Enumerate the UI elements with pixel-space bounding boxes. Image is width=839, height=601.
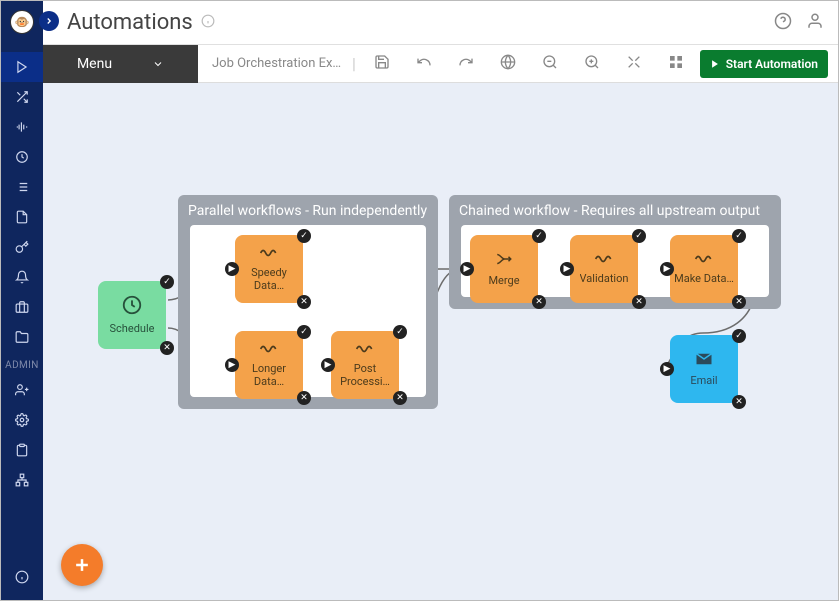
nav-folder-icon[interactable] — [1, 322, 43, 352]
waveform-icon — [259, 342, 279, 359]
play-icon[interactable]: ▶ — [660, 262, 674, 276]
nav-gear-icon[interactable] — [1, 405, 43, 435]
user-icon[interactable] — [806, 12, 824, 34]
close-icon: ✕ — [393, 391, 407, 405]
nav-list-icon[interactable] — [1, 172, 43, 202]
start-label: Start Automation — [726, 57, 818, 71]
play-icon[interactable]: ▶ — [660, 362, 674, 376]
waveform-icon — [259, 246, 279, 263]
nav-document-icon[interactable] — [1, 202, 43, 232]
zoom-in-icon[interactable] — [584, 54, 600, 74]
close-icon: ✕ — [532, 295, 546, 309]
globe-icon[interactable] — [500, 54, 516, 74]
nav-key-icon[interactable] — [1, 232, 43, 262]
close-icon: ✕ — [632, 295, 646, 309]
check-icon: ✓ — [732, 329, 746, 343]
node-post-processing[interactable]: Post Processi… ▶ ✓ ✕ — [331, 331, 399, 399]
nav-shuffle-icon[interactable] — [1, 82, 43, 112]
waveform-icon — [694, 252, 714, 269]
waveform-icon — [355, 342, 375, 359]
close-icon: ✕ — [732, 295, 746, 309]
play-icon[interactable]: ▶ — [321, 358, 335, 372]
sidebar-expand-icon[interactable] — [39, 11, 59, 31]
node-label: Schedule — [110, 323, 155, 336]
check-icon: ✓ — [393, 325, 407, 339]
sidebar: 🐵 ADMIN — [1, 1, 43, 600]
nav-bell-icon[interactable] — [1, 262, 43, 292]
nav-user-plus-icon[interactable] — [1, 375, 43, 405]
node-make-data[interactable]: Make Data… ▶ ✓ ✕ — [670, 235, 738, 303]
divider: | — [352, 54, 356, 73]
close-icon: ✕ — [732, 395, 746, 409]
topbar: Automations — [43, 1, 838, 45]
node-speedy-data[interactable]: Speedy Data… ▶ ✓ ✕ — [235, 235, 303, 303]
group-parallel-title: Parallel workflows - Run independently — [178, 195, 438, 227]
add-button[interactable] — [61, 544, 103, 586]
close-icon: ✕ — [297, 391, 311, 405]
breadcrumb[interactable]: Job Orchestration Exerci… — [212, 56, 342, 71]
nav-waveform-icon[interactable] — [1, 112, 43, 142]
node-label: Email — [690, 375, 717, 388]
play-icon[interactable]: ▶ — [560, 262, 574, 276]
brand-logo: 🐵 — [10, 10, 34, 34]
start-automation-button[interactable]: Start Automation — [700, 50, 828, 78]
undo-icon[interactable] — [416, 54, 432, 74]
check-icon: ✓ — [632, 229, 646, 243]
nav-clock-icon[interactable] — [1, 142, 43, 172]
node-label: Speedy Data… — [238, 267, 300, 292]
menu-label: Menu — [77, 56, 112, 72]
node-merge[interactable]: Merge ▶ ✓ ✕ — [470, 235, 538, 303]
info-icon[interactable] — [201, 13, 215, 32]
node-validation[interactable]: Validation ▶ ✓ ✕ — [570, 235, 638, 303]
node-schedule[interactable]: Schedule ✓ ✕ — [98, 281, 166, 349]
group-chained-title: Chained workflow - Requires all upstream… — [449, 195, 781, 227]
clock-icon — [121, 294, 143, 319]
node-label: Longer Data… — [238, 363, 300, 388]
node-email[interactable]: Email ▶ ✓ ✕ — [670, 335, 738, 403]
waveform-icon — [594, 252, 614, 269]
nav-run-icon[interactable] — [1, 52, 43, 82]
nav-sitemap-icon[interactable] — [1, 465, 43, 495]
fit-icon[interactable] — [626, 54, 642, 74]
check-icon: ✓ — [532, 229, 546, 243]
check-icon: ✓ — [160, 275, 174, 289]
play-icon — [710, 59, 720, 69]
save-icon[interactable] — [374, 54, 390, 74]
grid-solid-icon[interactable] — [668, 54, 684, 74]
close-icon: ✕ — [297, 295, 311, 309]
check-icon: ✓ — [297, 229, 311, 243]
toolbar: Menu Job Orchestration Exerci… | Start A… — [43, 45, 838, 83]
node-label: Validation — [580, 273, 629, 286]
nav-briefcase-icon[interactable] — [1, 292, 43, 322]
close-icon: ✕ — [160, 341, 174, 355]
node-label: Merge — [488, 275, 519, 288]
chevron-down-icon — [152, 58, 164, 70]
zoom-out-icon[interactable] — [542, 54, 558, 74]
envelope-icon — [693, 350, 715, 371]
workflow-canvas[interactable]: Parallel workflows - Run independently C… — [43, 83, 838, 600]
merge-icon — [494, 250, 514, 271]
help-icon[interactable] — [774, 12, 792, 34]
play-icon[interactable]: ▶ — [460, 262, 474, 276]
check-icon: ✓ — [297, 325, 311, 339]
nav-info-icon[interactable] — [1, 562, 43, 592]
play-icon[interactable]: ▶ — [225, 358, 239, 372]
node-longer-data[interactable]: Longer Data… ▶ ✓ ✕ — [235, 331, 303, 399]
node-label: Post Processi… — [334, 363, 396, 388]
play-icon[interactable]: ▶ — [225, 262, 239, 276]
redo-icon[interactable] — [458, 54, 474, 74]
nav-clipboard-icon[interactable] — [1, 435, 43, 465]
node-label: Make Data… — [674, 273, 734, 286]
menu-button[interactable]: Menu — [43, 45, 198, 83]
plus-icon — [72, 555, 92, 575]
page-title: Automations — [67, 10, 193, 35]
sidebar-section-label: ADMIN — [5, 360, 39, 371]
check-icon: ✓ — [732, 229, 746, 243]
